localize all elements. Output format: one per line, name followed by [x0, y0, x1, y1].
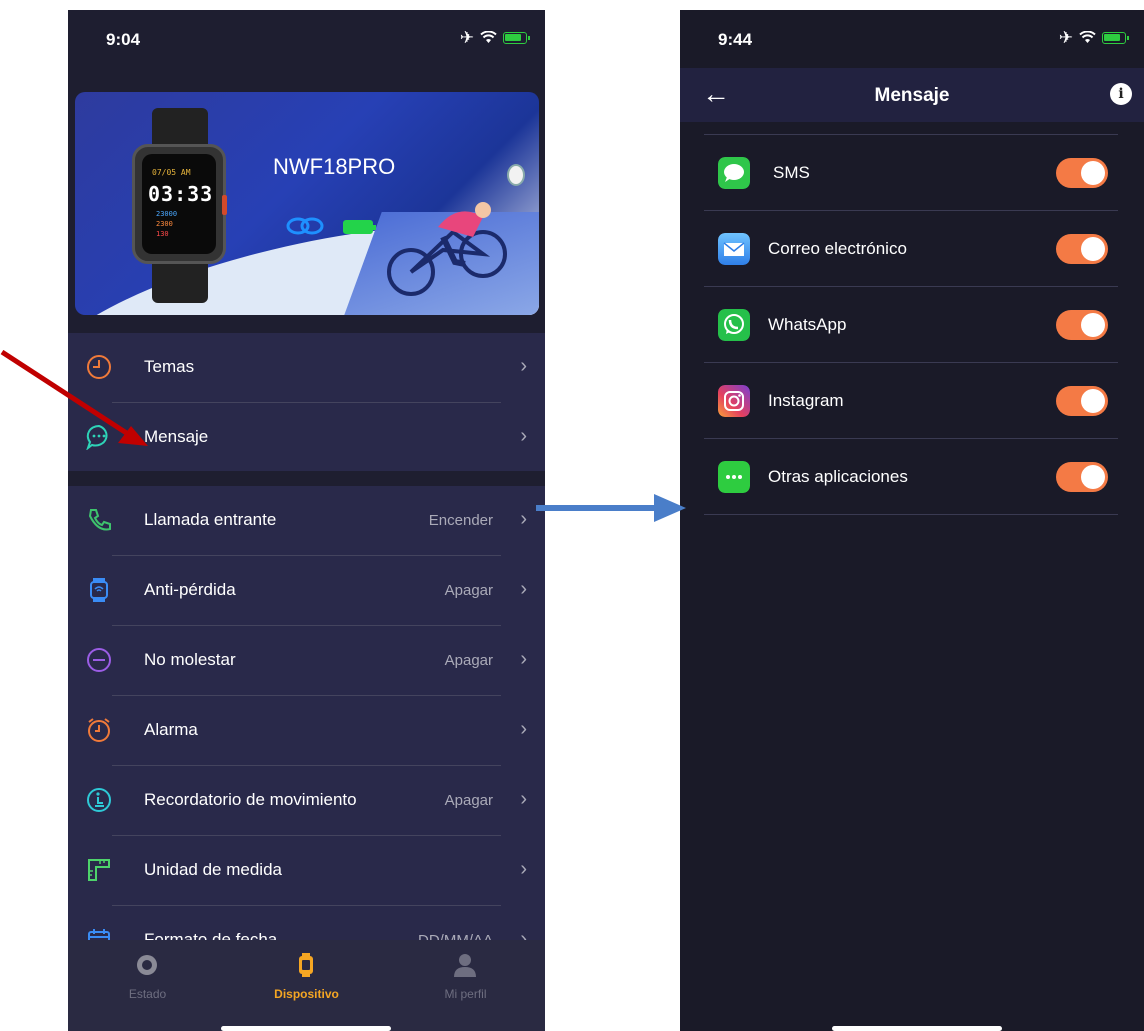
chevron-right-icon: ›	[520, 718, 527, 740]
status-time: 9:04	[106, 30, 141, 49]
mail-toggle[interactable]	[1056, 234, 1108, 264]
menu-value: Encender	[428, 512, 493, 529]
device-battery-icon	[343, 220, 376, 234]
tab-label: Dispositivo	[274, 987, 339, 1001]
page-title: Mensaje	[874, 85, 950, 106]
watch-date: 07/05 AM	[152, 168, 191, 177]
chevron-right-icon: ›	[520, 508, 527, 530]
watch-calories: 2300	[156, 220, 173, 228]
mail-icon	[718, 233, 750, 265]
device-banner[interactable]: 07/05 AM 03:33 23000 2300 130 NWF18PRO	[75, 92, 539, 315]
menu-value: Apagar	[444, 582, 493, 599]
menu-label: Anti-pérdida	[144, 580, 236, 599]
movement-icon	[87, 788, 111, 812]
menu-label: No molestar	[144, 650, 236, 669]
chevron-right-icon: ›	[520, 355, 527, 377]
message-settings-screen: 9:44 ✈ ← Mensaje i SMS Correo electrónic…	[680, 10, 1144, 1031]
other-apps-toggle[interactable]	[1056, 462, 1108, 492]
chevron-right-icon: ›	[520, 648, 527, 670]
app-row-instagram: Instagram	[680, 363, 1144, 439]
sms-icon	[718, 157, 750, 189]
app-label: Instagram	[768, 391, 844, 410]
watch-time: 03:33	[148, 182, 214, 206]
watch-image: 07/05 AM 03:33 23000 2300 130	[130, 108, 230, 303]
instagram-toggle[interactable]	[1056, 386, 1108, 416]
home-indicator[interactable]	[832, 1026, 1002, 1031]
other-apps-icon	[718, 461, 750, 493]
watch-icon	[299, 953, 313, 977]
menu-row-no-molestar[interactable]: No molestar Apagar ›	[68, 626, 545, 696]
do-not-disturb-icon	[87, 648, 111, 672]
instagram-icon	[718, 385, 750, 417]
menu-group-settings: Llamada entrante Encender › Anti-pérdida…	[68, 486, 545, 956]
device-screen: 9:04 ✈ 07/05 AM 03:33 23000 2300 130 NWF…	[68, 10, 545, 1031]
info-icon[interactable]: i	[1110, 83, 1132, 105]
menu-row-alarma[interactable]: Alarma ›	[68, 696, 545, 766]
menu-value: Apagar	[444, 652, 493, 669]
bluetooth-link-icon	[286, 217, 324, 235]
app-row-otras: Otras aplicaciones	[680, 439, 1144, 515]
airplane-icon: ✈	[1058, 28, 1073, 47]
whatsapp-toggle[interactable]	[1056, 310, 1108, 340]
alarm-icon	[88, 718, 110, 742]
chevron-right-icon: ›	[520, 425, 527, 447]
status-bar: 9:04 ✈	[68, 10, 545, 68]
bottom-tab-bar: Estado Dispositivo Mi perfil	[68, 940, 545, 1031]
menu-row-anti-perdida[interactable]: Anti-pérdida Apagar ›	[68, 556, 545, 626]
tab-label: Mi perfil	[444, 987, 487, 1001]
watch-heart: 130	[156, 230, 169, 238]
wifi-icon	[480, 31, 497, 43]
app-row-whatsapp: WhatsApp	[680, 287, 1144, 363]
app-label: Otras aplicaciones	[768, 467, 908, 486]
phone-icon	[88, 509, 111, 531]
menu-row-unidad-medida[interactable]: Unidad de medida ›	[68, 836, 545, 906]
home-indicator[interactable]	[221, 1026, 391, 1031]
annotation-red-arrow	[0, 350, 148, 446]
menu-value: Apagar	[444, 792, 493, 809]
status-time: 9:44	[718, 30, 753, 49]
battery-icon	[503, 31, 530, 44]
tab-estado[interactable]: Estado	[68, 940, 227, 1010]
profile-icon	[454, 954, 476, 977]
menu-row-recordatorio-movimiento[interactable]: Recordatorio de movimiento Apagar ›	[68, 766, 545, 836]
menu-label: Alarma	[144, 720, 198, 739]
menu-row-llamada-entrante[interactable]: Llamada entrante Encender ›	[68, 486, 545, 556]
menu-label: Recordatorio de movimiento	[144, 790, 357, 809]
watch-steps: 23000	[156, 210, 178, 218]
wifi-icon	[1079, 31, 1096, 43]
app-row-sms: SMS	[680, 135, 1144, 211]
chevron-right-icon: ›	[520, 578, 527, 600]
device-name: NWF18PRO	[273, 154, 396, 179]
ruler-icon	[88, 859, 110, 881]
divider	[704, 514, 1118, 515]
airplane-icon: ✈	[459, 28, 474, 47]
app-row-correo: Correo electrónico	[680, 211, 1144, 287]
annotation-blue-arrow	[536, 494, 686, 522]
app-label: SMS	[773, 163, 810, 182]
watch-signal-icon	[90, 578, 108, 602]
tab-dispositivo[interactable]: Dispositivo	[227, 940, 386, 1010]
app-label: Correo electrónico	[768, 239, 907, 258]
status-icon	[137, 955, 157, 975]
tab-label: Estado	[128, 987, 167, 1001]
tab-mi-perfil[interactable]: Mi perfil	[386, 940, 545, 1010]
status-bar: 9:44 ✈	[680, 10, 1144, 68]
chevron-right-icon: ›	[520, 788, 527, 810]
app-label: WhatsApp	[768, 315, 847, 334]
menu-label: Unidad de medida	[144, 860, 282, 879]
battery-icon	[1102, 31, 1129, 44]
nav-bar: ← Mensaje i	[680, 68, 1144, 122]
sms-toggle[interactable]	[1056, 158, 1108, 188]
cyclist-illustration	[387, 202, 507, 296]
whatsapp-icon	[718, 309, 750, 341]
balloon-icon	[507, 164, 525, 186]
chevron-right-icon: ›	[520, 858, 527, 880]
menu-label: Llamada entrante	[144, 510, 277, 529]
